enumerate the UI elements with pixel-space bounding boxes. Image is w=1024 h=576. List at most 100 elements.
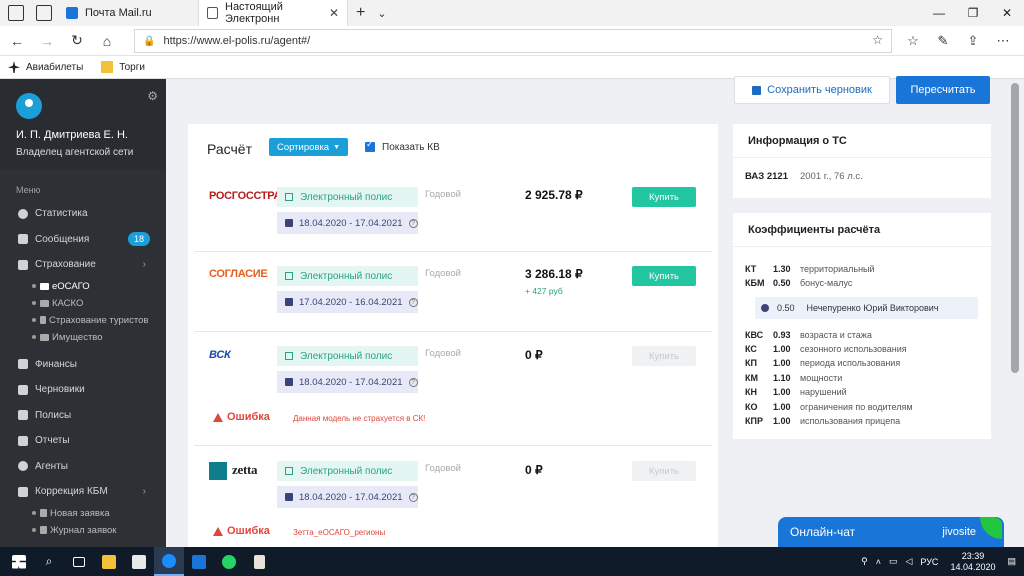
fav-torgi[interactable]: Торги [101,61,145,73]
sidebar-item-label: Коррекция КБМ [35,486,108,498]
edge-icon[interactable] [154,547,184,576]
language-indicator[interactable]: РУС [920,557,938,567]
notifications-icon[interactable]: ▤ [1007,556,1016,567]
file-icon [40,526,47,534]
browser-tools: ☆ ✎ ⇪ ⋯ [898,26,1018,56]
clock-time: 23:39 [961,550,985,561]
help-icon[interactable]: ? [408,377,418,387]
clock[interactable]: 23:39 14.04.2020 [950,551,995,573]
store-icon[interactable] [124,547,154,576]
menu-title: Меню [16,185,41,195]
buy-button[interactable]: Купить [632,187,696,207]
search-icon[interactable]: ⌕ [34,547,64,576]
favorites-icon[interactable]: ☆ [898,33,928,49]
refresh-icon[interactable]: ↻ [64,32,90,49]
sidebar-item-policies[interactable]: Полисы [0,403,166,429]
period-dates-text: 17.04.2020 - 16.04.2021 [299,296,403,308]
window-close-icon[interactable]: ✕ [990,0,1024,26]
help-icon[interactable]: ? [408,297,418,307]
coef-value: 1.30 [773,264,791,274]
tab-aside-icon[interactable] [36,5,52,21]
sidebar-subitem-kasko[interactable]: КАСКО [0,295,166,312]
sidebar-subitem-travel[interactable]: Страхование туристов [0,312,166,329]
avatar[interactable] [16,93,42,119]
show-kv-checkbox[interactable] [365,139,375,152]
notes-icon[interactable]: ✎ [928,33,958,49]
coef-value: 0.50 [773,278,791,288]
help-icon[interactable]: ? [408,218,418,228]
wallet-icon [18,359,28,370]
sidebar-item-label: Страхование [35,259,96,271]
restore-icon[interactable]: ❐ [956,0,990,26]
bullet-icon [32,284,36,288]
save-draft-button[interactable]: Сохранить черновик [734,76,890,104]
close-tab-icon[interactable]: ✕ [329,6,339,20]
policy-icon [285,193,293,201]
tab-mail[interactable]: Почта Mail.ru [58,0,198,26]
tab-list-chevron-icon[interactable]: ⌄ [377,7,386,20]
period-label: Годовой [425,268,461,279]
sort-button[interactable]: Сортировка ▼ [269,138,348,156]
mail-favicon-icon [66,7,78,19]
gear-icon[interactable]: ⚙ [147,89,158,103]
sidebar-subitem-new-request[interactable]: Новая заявка [0,505,166,522]
more-icon[interactable]: ⋯ [988,33,1018,49]
tab-actions-icon[interactable] [8,5,24,21]
volume-icon[interactable]: ◁ [905,556,912,567]
sidebar-item-statistics[interactable]: Статистика [0,201,166,227]
sidebar-item-reports[interactable]: Отчеты [0,428,166,454]
coef-value: 1.00 [773,344,791,354]
buy-button[interactable]: Купить [632,461,696,481]
coef-code: КБМ [745,278,765,288]
url-field[interactable]: 🔒 https://www.el-polis.ru/agent#/ ☆ [134,29,892,53]
sidebar-item-kbm[interactable]: Коррекция КБМ › [0,479,166,505]
sidebar-item-insurance[interactable]: Страхование › [0,252,166,278]
people-icon[interactable]: ⚲ [861,556,868,567]
cubes-icon [18,259,28,270]
fav-aviatickets[interactable]: Авиабилеты [8,61,83,73]
sidebar-item-finance[interactable]: Финансы [0,352,166,378]
plane-icon [8,61,20,73]
sidebar-item-drafts[interactable]: Черновики [0,377,166,403]
page-scrollbar[interactable] [1006,79,1024,379]
forward-icon[interactable]: → [34,33,60,49]
coef-code: КП [745,358,757,368]
coef-description: использования прицепа [800,416,901,426]
back-icon[interactable]: ← [4,33,30,49]
insurer-logo-text: zetta [232,462,258,477]
tab-el-polis[interactable]: Настоящий Электронн ✕ [198,0,348,26]
home-icon[interactable]: ⌂ [94,33,120,49]
sidebar-subitem-request-log[interactable]: Журнал заявок [0,522,166,539]
help-icon[interactable]: ? [408,492,418,502]
whatsapp-icon[interactable] [214,547,244,576]
mail-app-icon[interactable] [184,547,214,576]
minimize-icon[interactable]: — [922,0,956,26]
scrollbar-thumb[interactable] [1011,83,1019,373]
document-app-icon[interactable] [244,547,274,576]
sidebar-item-agents[interactable]: Агенты [0,454,166,480]
calendar-icon [285,378,293,386]
lock-icon: 🔒 [143,35,156,47]
new-tab-icon[interactable]: + [356,4,365,22]
sidebar-subitem-property[interactable]: Имущество [0,329,166,346]
sidebar-item-messages[interactable]: Сообщения 18 [0,227,166,253]
online-chat-widget[interactable]: Онлайн-чат jivosite [778,517,1004,547]
sidebar-item-label: Полисы [35,409,72,421]
messages-badge: 18 [127,232,150,247]
recalculate-button[interactable]: Пересчитать [896,76,990,104]
favorite-star-icon[interactable]: ☆ [872,33,883,47]
price-difference: + 427 руб [525,286,563,296]
network-icon[interactable]: ▭ [889,556,898,567]
windows-start-icon[interactable] [4,547,34,576]
share-icon[interactable]: ⇪ [958,33,988,49]
sidebar-subitem-eosago[interactable]: еОСАГО [0,278,166,295]
tray-chevron-up-icon[interactable]: ˄ [876,557,881,567]
sidebar-subitem-label: Журнал заявок [50,524,117,536]
buy-button[interactable]: Купить [632,266,696,286]
buy-button[interactable]: Купить [632,346,696,366]
explorer-icon[interactable] [94,547,124,576]
error-text: Ошибка [227,411,270,423]
coefficients-card: Коэффициенты расчёта КТ 1.30 территориальн… [733,213,991,439]
warning-icon [213,526,223,536]
task-view-icon[interactable] [64,547,94,576]
